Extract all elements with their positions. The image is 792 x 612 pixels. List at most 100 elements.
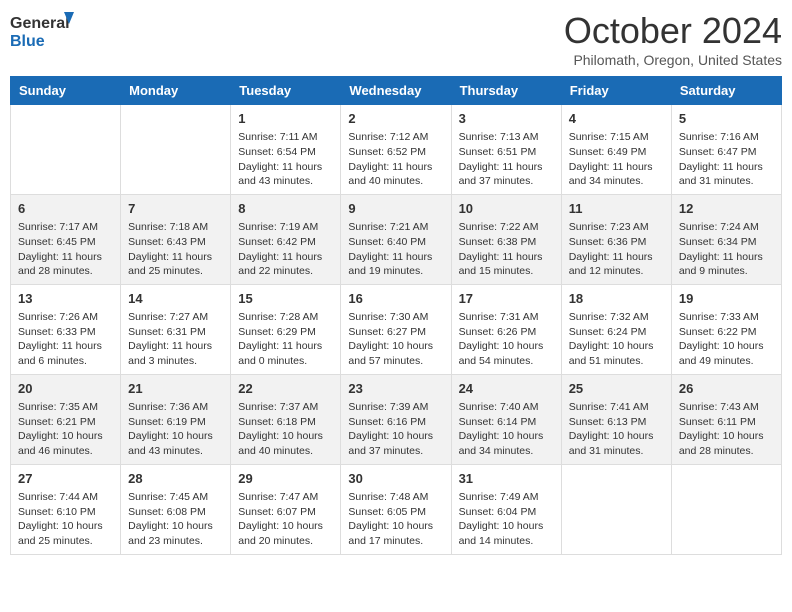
day-number: 13 (18, 290, 113, 308)
daylight-text: Daylight: 10 hours and 14 minutes. (459, 520, 544, 547)
calendar-cell: 8Sunrise: 7:19 AMSunset: 6:42 PMDaylight… (231, 194, 341, 284)
daylight-text: Daylight: 10 hours and 40 minutes. (238, 430, 323, 457)
daylight-text: Daylight: 10 hours and 31 minutes. (569, 430, 654, 457)
day-number: 20 (18, 380, 113, 398)
day-number: 9 (348, 200, 443, 218)
day-number: 5 (679, 110, 774, 128)
sunset-text: Sunset: 6:45 PM (18, 236, 96, 248)
calendar-cell (561, 464, 671, 554)
daylight-text: Daylight: 11 hours and 40 minutes. (348, 161, 432, 188)
daylight-text: Daylight: 11 hours and 31 minutes. (679, 161, 763, 188)
logo: GeneralBlue (10, 10, 80, 50)
sunrise-text: Sunrise: 7:17 AM (18, 221, 98, 233)
day-number: 8 (238, 200, 333, 218)
day-number: 11 (569, 200, 664, 218)
daylight-text: Daylight: 10 hours and 23 minutes. (128, 520, 213, 547)
svg-text:Blue: Blue (10, 33, 45, 50)
calendar-cell: 26Sunrise: 7:43 AMSunset: 6:11 PMDayligh… (671, 374, 781, 464)
day-number: 1 (238, 110, 333, 128)
calendar-cell: 31Sunrise: 7:49 AMSunset: 6:04 PMDayligh… (451, 464, 561, 554)
daylight-text: Daylight: 11 hours and 43 minutes. (238, 161, 322, 188)
calendar-cell: 3Sunrise: 7:13 AMSunset: 6:51 PMDaylight… (451, 105, 561, 195)
sunset-text: Sunset: 6:21 PM (18, 416, 96, 428)
sunset-text: Sunset: 6:10 PM (18, 506, 96, 518)
day-number: 27 (18, 470, 113, 488)
svg-text:General: General (10, 15, 70, 32)
sunset-text: Sunset: 6:08 PM (128, 506, 206, 518)
calendar-cell: 28Sunrise: 7:45 AMSunset: 6:08 PMDayligh… (121, 464, 231, 554)
calendar-cell: 2Sunrise: 7:12 AMSunset: 6:52 PMDaylight… (341, 105, 451, 195)
daylight-text: Daylight: 10 hours and 25 minutes. (18, 520, 103, 547)
calendar-cell (121, 105, 231, 195)
sunset-text: Sunset: 6:11 PM (679, 416, 756, 428)
calendar-cell (11, 105, 121, 195)
sunrise-text: Sunrise: 7:49 AM (459, 491, 539, 503)
day-number: 4 (569, 110, 664, 128)
calendar-cell: 11Sunrise: 7:23 AMSunset: 6:36 PMDayligh… (561, 194, 671, 284)
sunset-text: Sunset: 6:26 PM (459, 326, 537, 338)
sunset-text: Sunset: 6:16 PM (348, 416, 426, 428)
calendar-cell: 1Sunrise: 7:11 AMSunset: 6:54 PMDaylight… (231, 105, 341, 195)
daylight-text: Daylight: 11 hours and 6 minutes. (18, 340, 102, 367)
col-header-wednesday: Wednesday (341, 77, 451, 105)
sunset-text: Sunset: 6:19 PM (128, 416, 206, 428)
sunrise-text: Sunrise: 7:24 AM (679, 221, 759, 233)
calendar-cell: 24Sunrise: 7:40 AMSunset: 6:14 PMDayligh… (451, 374, 561, 464)
daylight-text: Daylight: 10 hours and 43 minutes. (128, 430, 213, 457)
col-header-thursday: Thursday (451, 77, 561, 105)
sunset-text: Sunset: 6:36 PM (569, 236, 647, 248)
sunrise-text: Sunrise: 7:13 AM (459, 131, 539, 143)
sunrise-text: Sunrise: 7:27 AM (128, 311, 208, 323)
sunset-text: Sunset: 6:13 PM (569, 416, 647, 428)
sunrise-text: Sunrise: 7:41 AM (569, 401, 649, 413)
week-row-2: 6 Sunrise: 7:17 AM Sunset: 6:45 PM Daylight… (11, 194, 782, 284)
day-number: 28 (128, 470, 223, 488)
sunrise-text: Sunrise: 7:16 AM (679, 131, 759, 143)
sunset-text: Sunset: 6:33 PM (18, 326, 96, 338)
sunrise-text: Sunrise: 7:35 AM (18, 401, 98, 413)
sunrise-text: Sunrise: 7:37 AM (238, 401, 318, 413)
calendar-cell: 27Sunrise: 7:44 AMSunset: 6:10 PMDayligh… (11, 464, 121, 554)
col-header-sunday: Sunday (11, 77, 121, 105)
daylight-text: Daylight: 10 hours and 17 minutes. (348, 520, 433, 547)
daylight-text: Daylight: 11 hours and 25 minutes. (128, 251, 212, 278)
sunrise-text: Sunrise: 7:36 AM (128, 401, 208, 413)
daylight-text: Daylight: 11 hours and 28 minutes. (18, 251, 102, 278)
calendar-cell: 30Sunrise: 7:48 AMSunset: 6:05 PMDayligh… (341, 464, 451, 554)
title-area: October 2024 Philomath, Oregon, United S… (564, 10, 782, 68)
sunrise-text: Sunrise: 7:28 AM (238, 311, 318, 323)
week-row-3: 13Sunrise: 7:26 AMSunset: 6:33 PMDayligh… (11, 284, 782, 374)
daylight-text: Daylight: 11 hours and 9 minutes. (679, 251, 763, 278)
sunrise-text: Sunrise: 7:31 AM (459, 311, 539, 323)
daylight-text: Daylight: 11 hours and 0 minutes. (238, 340, 322, 367)
daylight-text: Daylight: 10 hours and 34 minutes. (459, 430, 544, 457)
daylight-text: Daylight: 11 hours and 37 minutes. (459, 161, 543, 188)
day-number: 29 (238, 470, 333, 488)
calendar-cell: 12Sunrise: 7:24 AMSunset: 6:34 PMDayligh… (671, 194, 781, 284)
sunset-text: Sunset: 6:34 PM (679, 236, 757, 248)
sunset-text: Sunset: 6:24 PM (569, 326, 647, 338)
day-number: 10 (459, 200, 554, 218)
sunrise-text: Sunrise: 7:21 AM (348, 221, 428, 233)
sunset-text: Sunset: 6:38 PM (459, 236, 537, 248)
day-number: 23 (348, 380, 443, 398)
week-row-1: 1Sunrise: 7:11 AMSunset: 6:54 PMDaylight… (11, 105, 782, 195)
sunrise-text: Sunrise: 7:40 AM (459, 401, 539, 413)
sunrise-text: Sunrise: 7:33 AM (679, 311, 759, 323)
header-row: SundayMondayTuesdayWednesdayThursdayFrid… (11, 77, 782, 105)
calendar-cell: 22Sunrise: 7:37 AMSunset: 6:18 PMDayligh… (231, 374, 341, 464)
sunrise-text: Sunrise: 7:15 AM (569, 131, 649, 143)
day-number: 17 (459, 290, 554, 308)
calendar-cell: 16Sunrise: 7:30 AMSunset: 6:27 PMDayligh… (341, 284, 451, 374)
sunrise-text: Sunrise: 7:39 AM (348, 401, 428, 413)
day-number: 14 (128, 290, 223, 308)
sunrise-text: Sunrise: 7:11 AM (238, 131, 317, 143)
day-number: 24 (459, 380, 554, 398)
day-number: 6 (18, 200, 113, 218)
daylight-text: Daylight: 11 hours and 15 minutes. (459, 251, 543, 278)
daylight-text: Daylight: 10 hours and 54 minutes. (459, 340, 544, 367)
col-header-saturday: Saturday (671, 77, 781, 105)
calendar-cell: 4Sunrise: 7:15 AMSunset: 6:49 PMDaylight… (561, 105, 671, 195)
calendar-cell: 13Sunrise: 7:26 AMSunset: 6:33 PMDayligh… (11, 284, 121, 374)
day-number: 30 (348, 470, 443, 488)
